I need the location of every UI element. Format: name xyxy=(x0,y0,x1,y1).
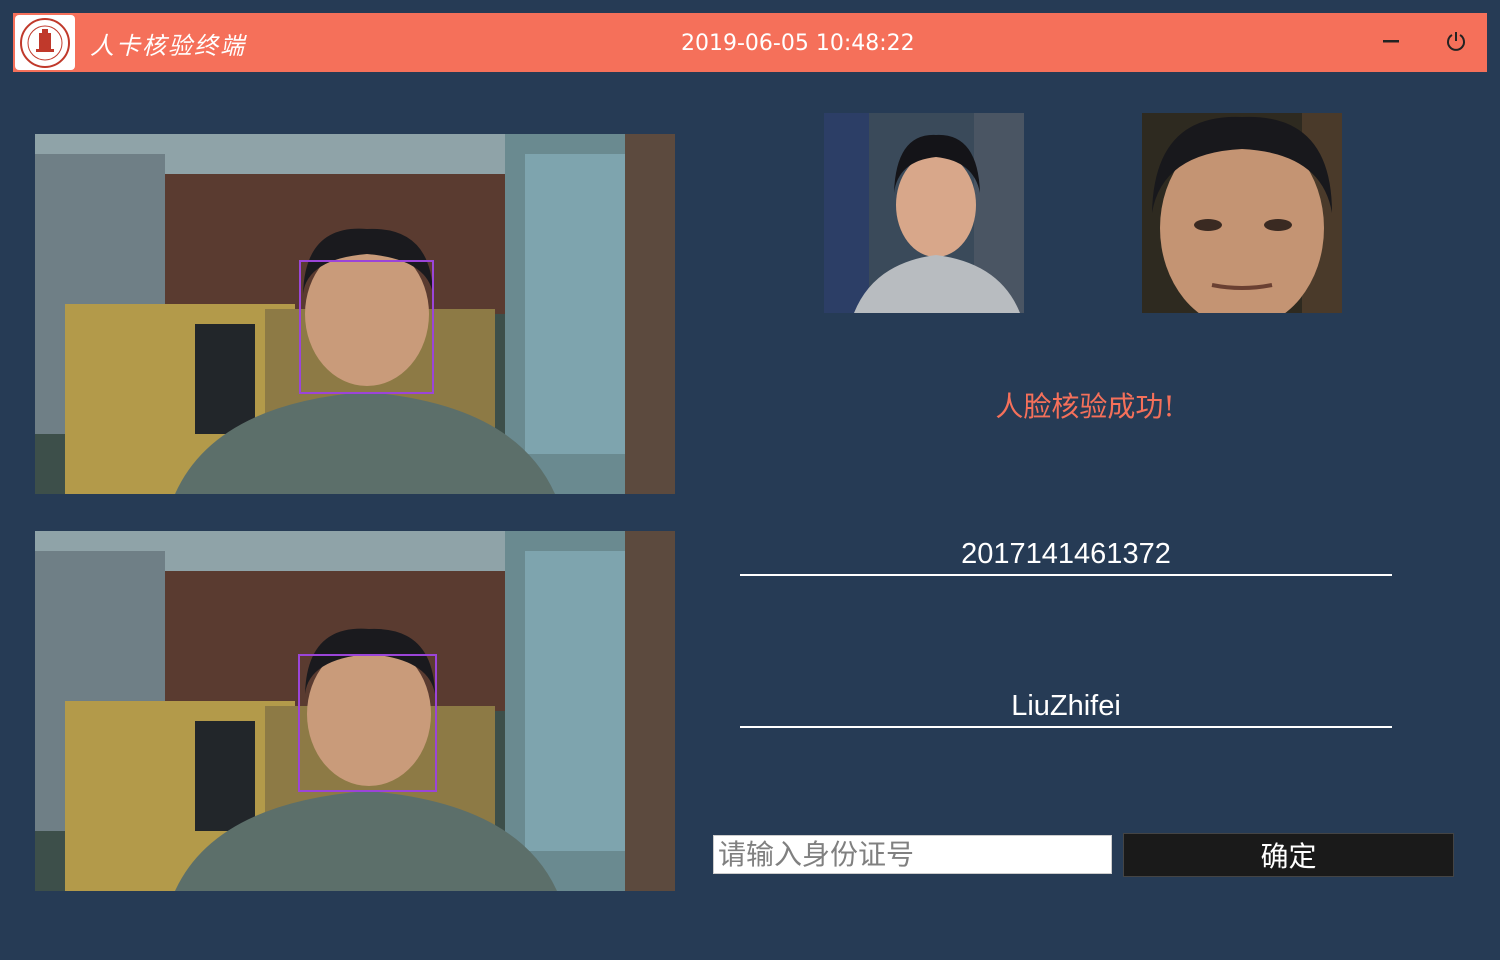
minus-icon xyxy=(1381,31,1401,55)
name-display: LiuZhifei xyxy=(740,686,1392,728)
minimize-button[interactable] xyxy=(1375,27,1407,59)
app-title: 人卡核验终端 xyxy=(90,32,246,60)
confirm-button[interactable]: 确定 xyxy=(1123,833,1454,877)
university-logo xyxy=(15,15,75,70)
power-button[interactable] xyxy=(1440,27,1472,59)
title-bar: 人卡核验终端 2019-06-05 10:48:22 xyxy=(13,13,1487,72)
id-card-face-photo xyxy=(824,113,1024,313)
datetime-display: 2019-06-05 10:48:22 xyxy=(681,31,915,56)
power-icon xyxy=(1445,30,1467,56)
live-camera-feed xyxy=(35,134,675,494)
captured-frame xyxy=(35,531,675,891)
captured-face-photo xyxy=(1142,113,1342,313)
verification-status: 人脸核验成功! xyxy=(995,390,1175,423)
id-number-input[interactable] xyxy=(713,835,1112,874)
id-number-display: 2017141461372 xyxy=(740,534,1392,576)
